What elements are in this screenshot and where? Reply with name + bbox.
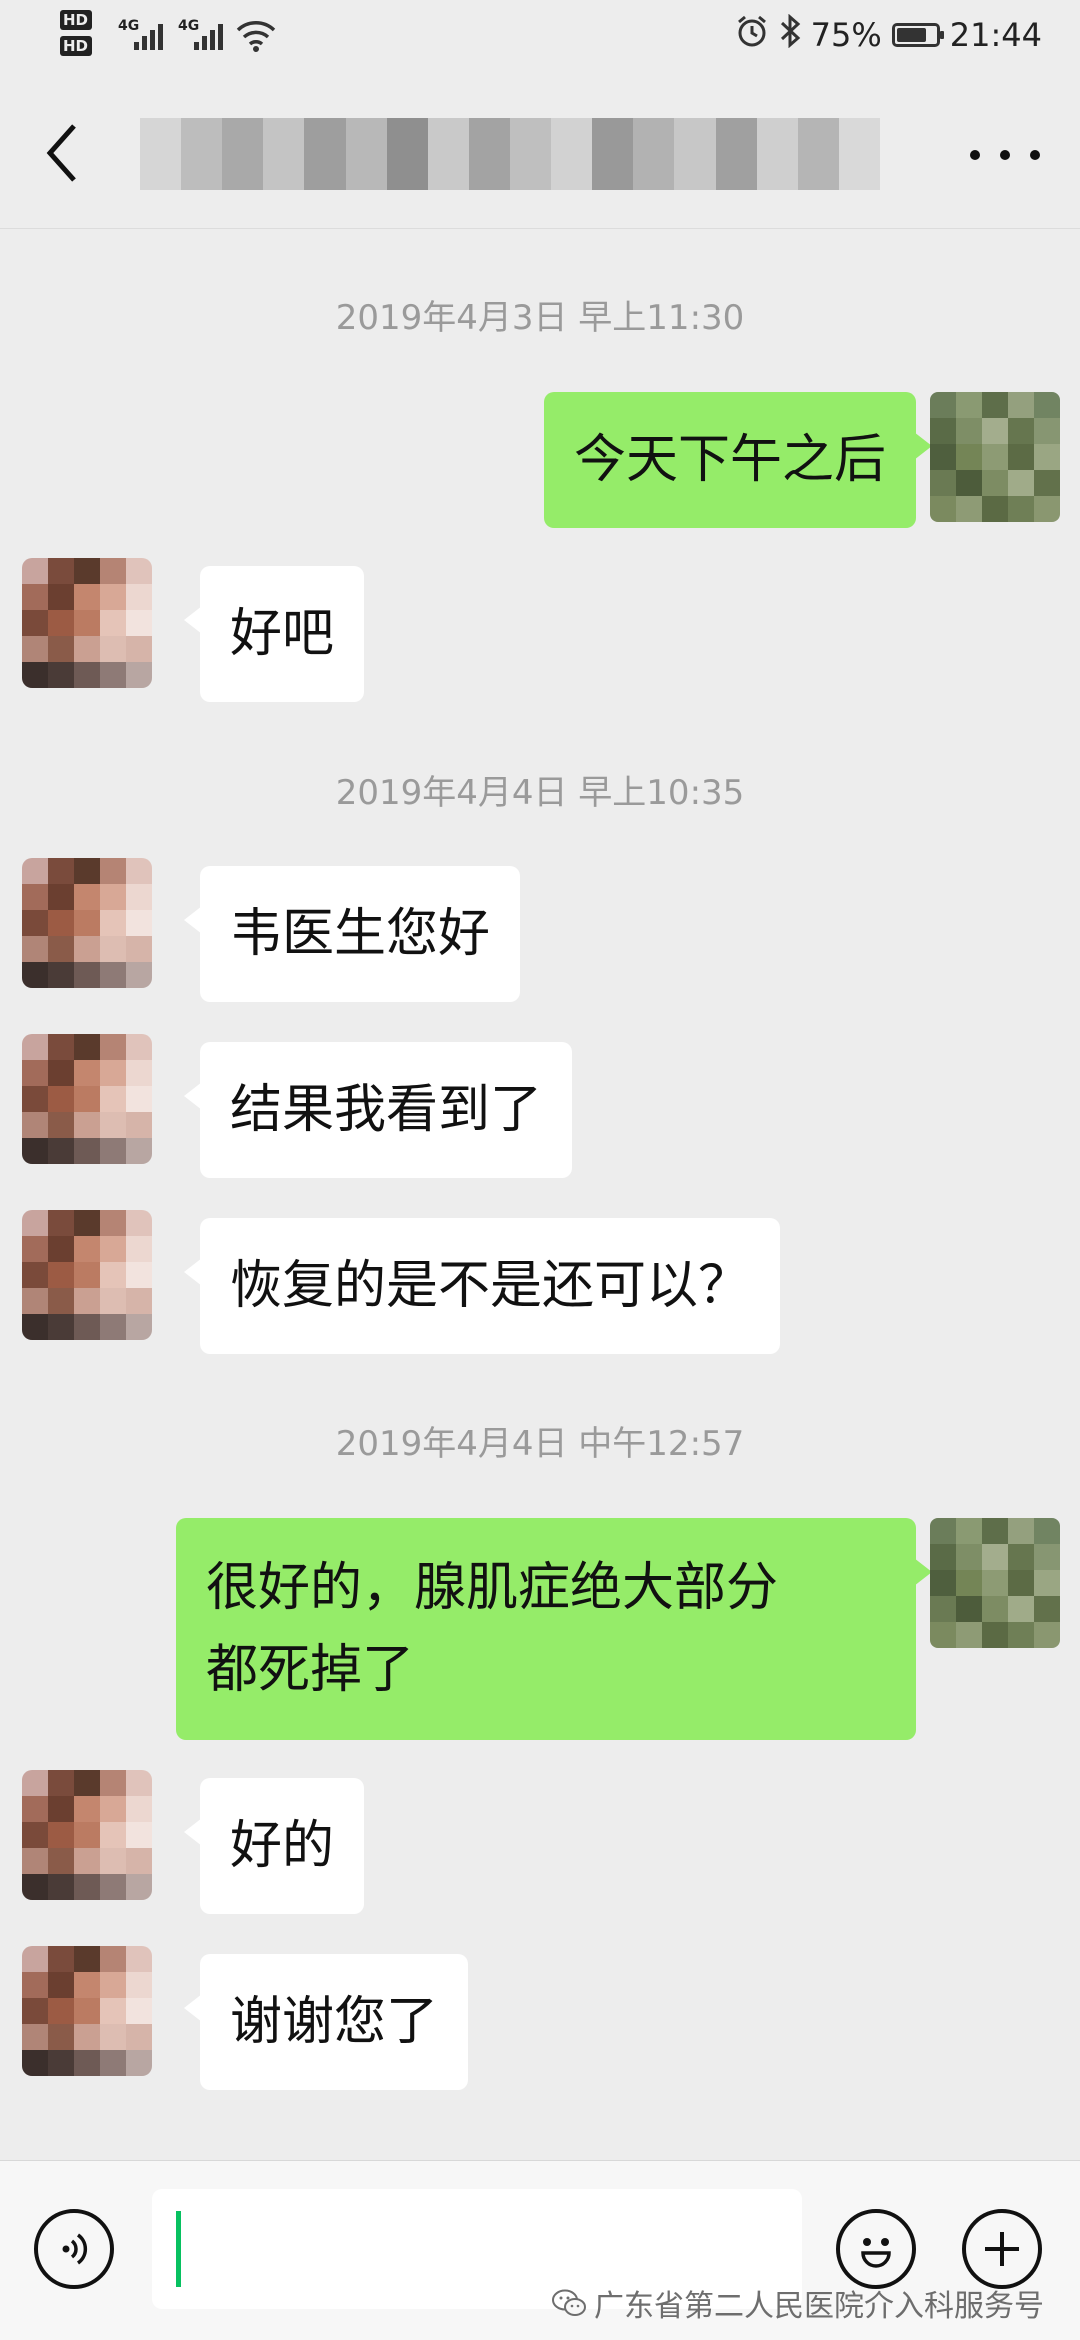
ellipsis-icon bbox=[970, 150, 980, 160]
outgoing-message[interactable]: 今天下午之后 bbox=[543, 392, 933, 528]
voice-button[interactable] bbox=[34, 2209, 114, 2289]
incoming-message[interactable]: 结果我看到了 bbox=[183, 1042, 573, 1178]
sim2-hd-badge: HD bbox=[60, 36, 92, 56]
voice-icon bbox=[62, 2233, 88, 2265]
contact-avatar[interactable] bbox=[22, 1770, 152, 1900]
status-bar: HD HD 4G 4G 75% 21:44 bbox=[0, 0, 1080, 78]
outgoing-message[interactable]: 很好的，腺肌症绝大部分 都死掉了 bbox=[176, 1518, 932, 1740]
clock: 21:44 bbox=[949, 16, 1042, 54]
message-timestamp: 2019年4月4日 早上10:35 bbox=[335, 773, 745, 813]
battery-percent: 75% bbox=[810, 16, 882, 54]
incoming-message[interactable]: 好的 bbox=[183, 1778, 365, 1914]
contact-avatar[interactable] bbox=[22, 1034, 152, 1164]
chat-screen: HD HD 4G 4G 75% 21:44 2019年4月3日 早上11:30 … bbox=[0, 0, 1080, 2340]
chevron-left-icon bbox=[46, 124, 76, 182]
watermark-text: 广东省第二人民医院介入科服务号 bbox=[594, 2289, 1044, 2324]
sim-indicators: HD HD bbox=[60, 10, 92, 62]
chat-header bbox=[0, 78, 1080, 229]
incoming-message[interactable]: 好吧 bbox=[183, 566, 365, 702]
incoming-message[interactable]: 谢谢您了 bbox=[183, 1954, 469, 2090]
watermark: 广东省第二人民医院介入科服务号 bbox=[552, 2281, 1044, 2325]
message-timestamp: 2019年4月4日 中午12:57 bbox=[335, 1424, 745, 1464]
contact-avatar[interactable] bbox=[22, 1946, 152, 2076]
self-avatar[interactable] bbox=[930, 1518, 1060, 1648]
text-caret bbox=[176, 2211, 181, 2287]
signal-icon bbox=[194, 20, 223, 50]
wifi-icon bbox=[236, 18, 276, 56]
self-avatar[interactable] bbox=[930, 392, 1060, 522]
message-line: 很好的，腺肌症绝大部分 bbox=[206, 1558, 779, 1618]
incoming-message[interactable]: 恢复的是不是还可以？ bbox=[183, 1218, 781, 1354]
input-bar: 广东省第二人民医院介入科服务号 bbox=[0, 2160, 1080, 2340]
emoji-icon bbox=[861, 2238, 891, 2268]
plus-icon bbox=[985, 2232, 1019, 2266]
plus-button[interactable] bbox=[962, 2209, 1042, 2289]
contact-name-blurred bbox=[140, 118, 880, 190]
emoji-button[interactable] bbox=[836, 2209, 916, 2289]
more-button[interactable] bbox=[970, 130, 1040, 180]
message-line: 都死掉了 bbox=[206, 1640, 415, 1700]
contact-avatar[interactable] bbox=[22, 1210, 152, 1340]
sim1-hd-badge: HD bbox=[60, 10, 92, 30]
message-timestamp: 2019年4月3日 早上11:30 bbox=[335, 298, 745, 338]
signal-icon bbox=[134, 20, 163, 50]
contact-avatar[interactable] bbox=[22, 558, 152, 688]
wechat-logo-icon bbox=[552, 2289, 586, 2316]
incoming-message[interactable]: 韦医生您好 bbox=[183, 866, 521, 1002]
bluetooth-icon bbox=[779, 13, 801, 56]
status-right: 75% 21:44 bbox=[735, 13, 1042, 56]
alarm-icon bbox=[735, 14, 769, 56]
back-button[interactable] bbox=[38, 118, 88, 188]
contact-avatar[interactable] bbox=[22, 858, 152, 988]
battery-icon bbox=[891, 23, 944, 47]
